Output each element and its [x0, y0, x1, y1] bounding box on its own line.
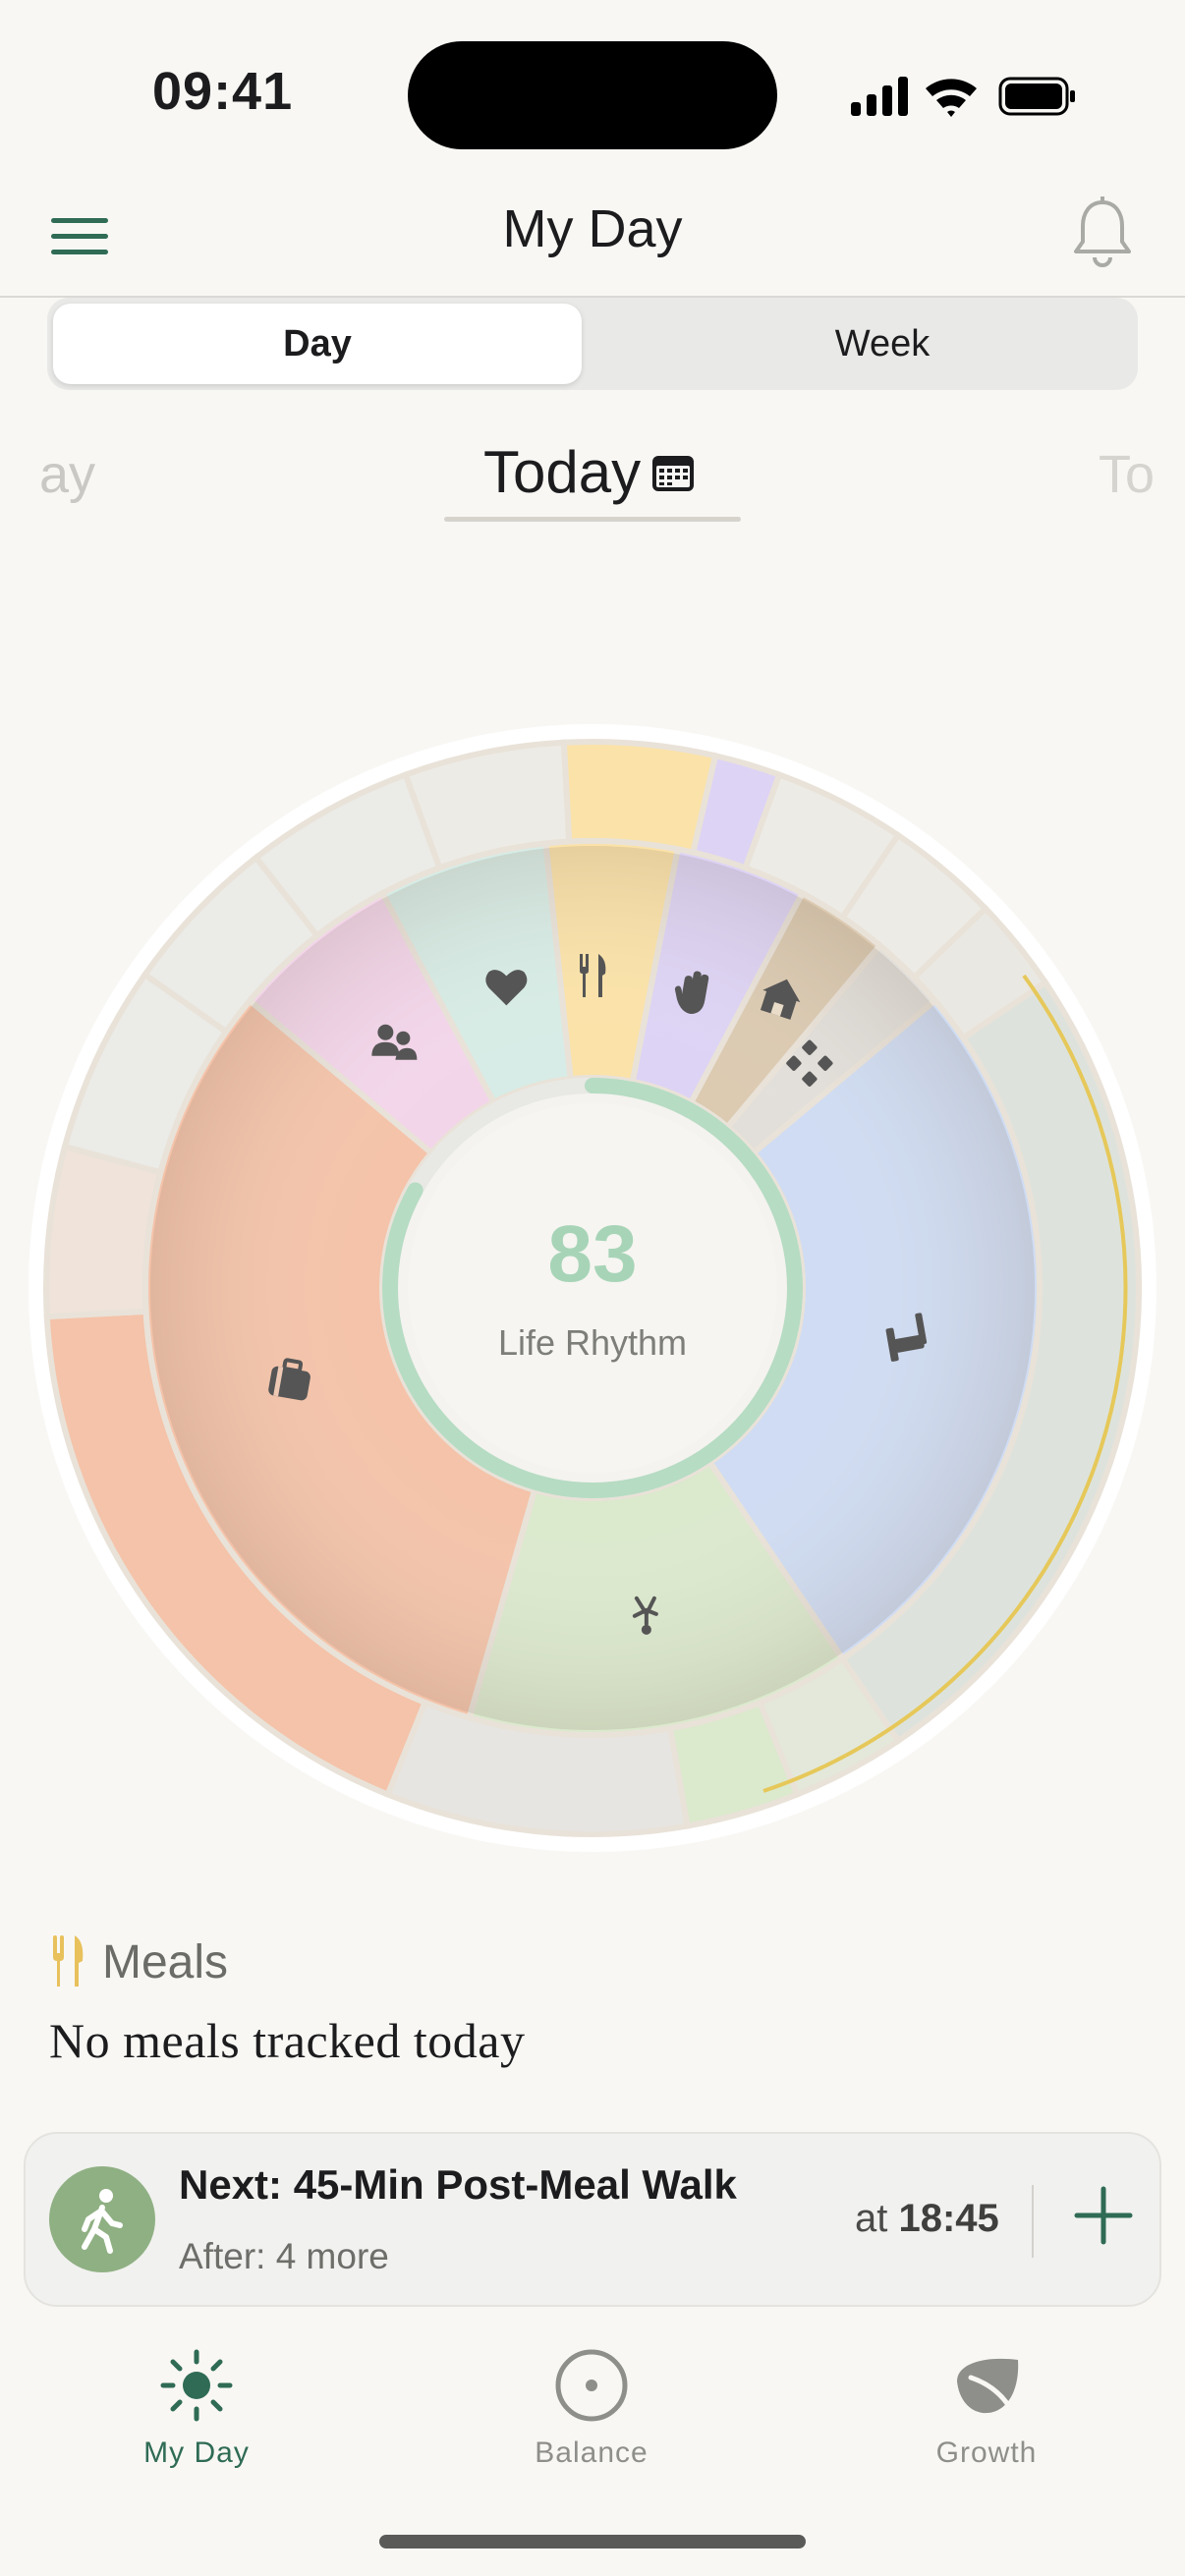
status-icons: [851, 77, 1075, 117]
home-indicator: [379, 2535, 806, 2548]
meals-title: Meals: [102, 1936, 229, 1988]
next-activity-title: Next: 45-Min Post-Meal Walk: [179, 2161, 737, 2208]
target-icon: [555, 2349, 628, 2422]
date-underline: [444, 517, 741, 522]
date-label: Today: [483, 439, 642, 505]
segment-day[interactable]: Day: [53, 304, 582, 384]
plus-icon[interactable]: [1069, 2181, 1138, 2250]
page-title: My Day: [502, 199, 683, 258]
segment-week[interactable]: Week: [637, 304, 1128, 384]
date-previous[interactable]: ay: [39, 444, 95, 505]
tab-label: Balance: [535, 2436, 649, 2469]
day-week-toggle: Day Week: [47, 298, 1138, 390]
life-rhythm-score: 83: [547, 1209, 638, 1299]
sun-icon: [160, 2349, 233, 2422]
fork-knife-icon: [53, 1935, 84, 1987]
status-time: 09:41: [152, 62, 294, 121]
app-header: My Day: [0, 177, 1185, 298]
dynamic-island: [408, 41, 777, 149]
calendar-icon[interactable]: [650, 452, 696, 493]
time-prefix: at: [855, 2197, 888, 2240]
card-divider: [1032, 2185, 1034, 2258]
tab-label: Growth: [935, 2436, 1038, 2469]
life-rhythm-label: Life Rhythm: [497, 1322, 688, 1363]
leaf-icon: [957, 2358, 1019, 2418]
bell-icon[interactable]: [1071, 196, 1134, 271]
tab-my-day[interactable]: My Day: [88, 2338, 305, 2476]
wifi-icon: [926, 79, 977, 117]
meals-empty-text: No meals tracked today: [49, 2013, 526, 2068]
next-activity-time: at 18:45: [855, 2197, 999, 2241]
time-value: 18:45: [898, 2197, 999, 2240]
tab-growth[interactable]: Growth: [878, 2338, 1095, 2476]
outer-segment-meals[interactable]: [560, 739, 719, 857]
date-next[interactable]: To: [1099, 444, 1155, 505]
cellular-signal-icon: [851, 77, 908, 116]
battery-icon: [998, 77, 1075, 116]
tab-label: My Day: [143, 2436, 250, 2469]
tab-balance[interactable]: Balance: [483, 2338, 700, 2476]
walking-icon: [49, 2166, 155, 2272]
next-activity-subtitle: After: 4 more: [179, 2236, 389, 2276]
next-activity-card[interactable]: Next: 45-Min Post-Meal Walk After: 4 mor…: [24, 2132, 1161, 2307]
date-current[interactable]: Today: [444, 436, 739, 521]
